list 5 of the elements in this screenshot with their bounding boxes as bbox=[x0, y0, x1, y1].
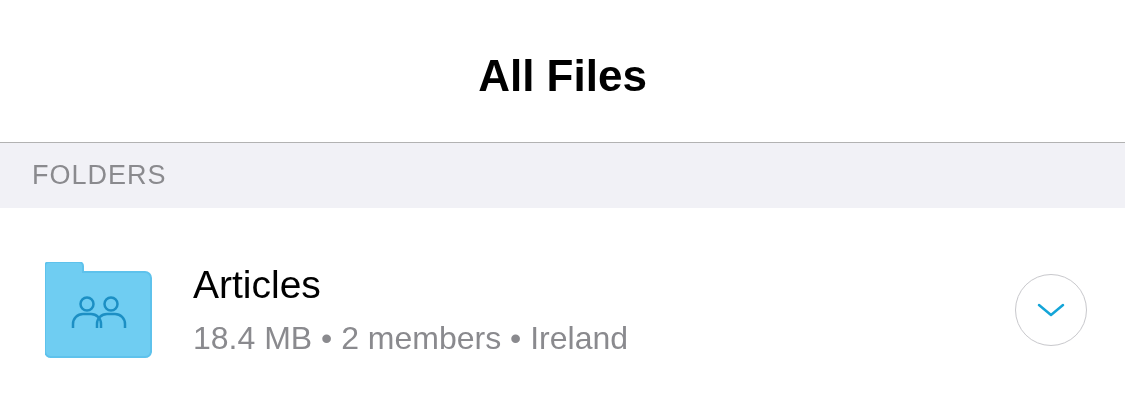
chevron-down-icon bbox=[1037, 301, 1065, 318]
section-label: FOLDERS bbox=[32, 159, 167, 193]
page-title: All Files bbox=[478, 50, 647, 102]
folder-details: 18.4 MB • 2 members • Ireland bbox=[193, 318, 630, 358]
folder-name: Articles bbox=[193, 261, 322, 308]
